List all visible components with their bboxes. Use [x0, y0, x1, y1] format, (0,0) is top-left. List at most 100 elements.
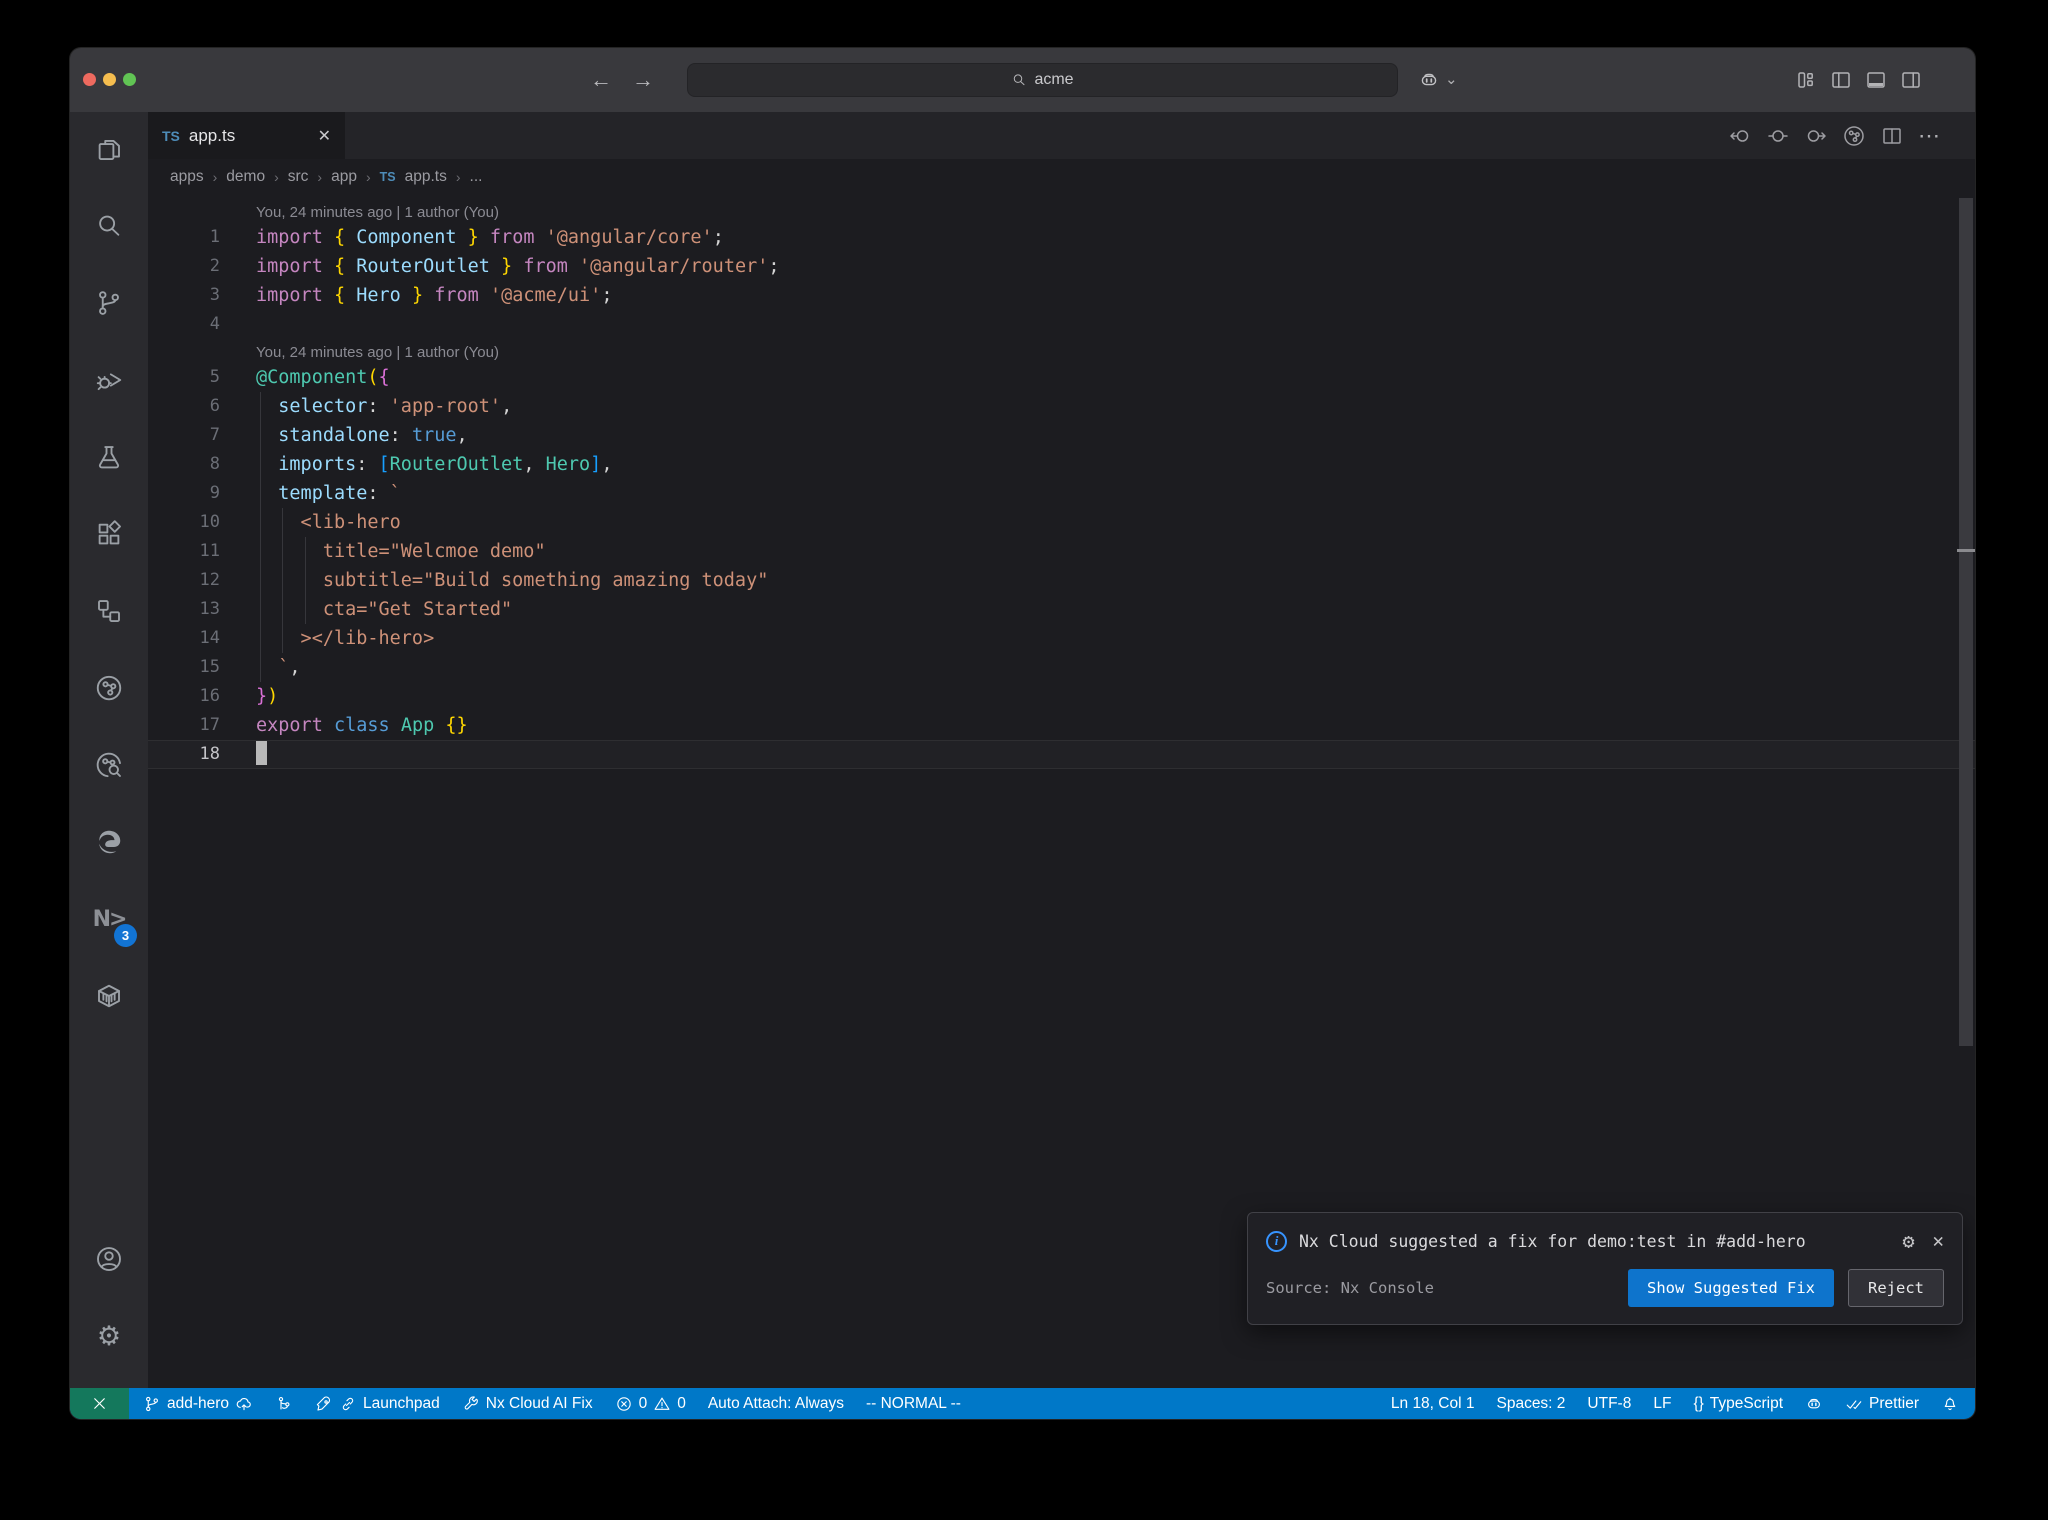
status-item-notifications-bell[interactable]	[1941, 1395, 1959, 1413]
code-line-14[interactable]: 14 ></lib-hero>	[148, 624, 1975, 653]
toggle-secondary-sidebar-button[interactable]	[1899, 68, 1923, 92]
status-item-encoding[interactable]: UTF-8	[1587, 1395, 1631, 1413]
navigate-back-icon[interactable]: ←	[590, 67, 612, 93]
activity-item-testing[interactable]	[85, 432, 133, 482]
code-line-1[interactable]: 1 import { Component } from '@angular/cor…	[148, 223, 1975, 252]
indent-guide	[304, 595, 306, 624]
breadcrumb-item-more[interactable]: ...	[470, 168, 483, 186]
activity-item-containers[interactable]	[85, 971, 133, 1021]
copilot-menu[interactable]: ⌄	[1418, 63, 1458, 97]
code-line-15[interactable]: 15 `,	[148, 653, 1975, 682]
status-item-vim-mode[interactable]: -- NORMAL --	[866, 1395, 961, 1413]
scrollbar-thumb[interactable]	[1959, 198, 1973, 1046]
activity-item-nx-graph-search[interactable]	[85, 740, 133, 790]
activity-item-accounts[interactable]	[85, 1234, 133, 1284]
minimize-window-button[interactable]	[103, 73, 116, 86]
status-item-branch-publish[interactable]: add-hero	[143, 1395, 253, 1413]
breadcrumb-item-src[interactable]: src	[288, 168, 309, 186]
zoom-window-button[interactable]	[123, 73, 136, 86]
code-line-17[interactable]: 17 export class App {}	[148, 711, 1975, 740]
notification-close-icon[interactable]: ✕	[1933, 1230, 1944, 1252]
customize-layout-button[interactable]	[1794, 68, 1818, 92]
activity-item-explorer[interactable]	[85, 124, 133, 174]
breadcrumb-separator: ›	[274, 169, 279, 185]
remote-indicator[interactable]	[70, 1388, 129, 1419]
layout-customize-icon	[1794, 68, 1818, 92]
status-item-problems[interactable]: 00	[615, 1395, 686, 1413]
activity-item-settings[interactable]: ⚙	[85, 1311, 133, 1361]
status-item-indentation[interactable]: Spaces: 2	[1496, 1395, 1565, 1413]
activity-item-nx-project-graph[interactable]	[85, 663, 133, 713]
git-blame-codelens[interactable]: You, 24 minutes ago | 1 author (You)	[148, 339, 1975, 363]
indent-guide	[282, 595, 284, 624]
breadcrumb-item-file[interactable]: app.ts	[405, 168, 447, 186]
close-window-button[interactable]	[83, 73, 96, 86]
title-bar: ← → acme ⌄	[70, 48, 1975, 112]
git-blame-codelens[interactable]: You, 24 minutes ago | 1 author (You)	[148, 195, 1975, 223]
code-line-11[interactable]: 11 title="Welcmoe demo"	[148, 537, 1975, 566]
code-line-10[interactable]: 10 <lib-hero	[148, 508, 1975, 537]
code-editor[interactable]: You, 24 minutes ago | 1 author (You) 1 imp…	[148, 195, 1975, 1388]
status-item-prettier[interactable]: Prettier	[1845, 1395, 1919, 1413]
tab-label: app.ts	[188, 125, 236, 145]
status-item-source-control-graph[interactable]	[275, 1395, 293, 1413]
status-item-auto-attach[interactable]: Auto Attach: Always	[708, 1395, 844, 1413]
status-item-nx-cloud-ai-fix[interactable]: Nx Cloud AI Fix	[462, 1395, 593, 1413]
nav-position-button[interactable]	[1766, 124, 1790, 148]
code-line-12[interactable]: 12 subtitle="Build something amazing tod…	[148, 566, 1975, 595]
split-editor-button[interactable]	[1880, 124, 1904, 148]
code-line-4[interactable]: 4	[148, 310, 1975, 339]
code-line-18[interactable]: 18	[148, 740, 1975, 769]
code-line-8[interactable]: 8 imports: [RouterOutlet, Hero],	[148, 450, 1975, 479]
line-number: 7	[209, 425, 220, 445]
status-item-launchpad[interactable]: Launchpad	[315, 1395, 440, 1413]
code-line-6[interactable]: 6 selector: 'app-root',	[148, 392, 1975, 421]
indent-guide	[282, 624, 284, 653]
vscode-window: ← → acme ⌄ N> 3 ⚙ TS app.ts ✕ ⋯ apps › demo ›…	[70, 48, 1975, 1419]
status-item-cursor-position[interactable]: Ln 18, Col 1	[1391, 1395, 1475, 1413]
activity-item-edge-browser[interactable]	[85, 817, 133, 867]
status-item-copilot-status[interactable]	[1805, 1395, 1823, 1413]
breadcrumb-item-demo[interactable]: demo	[226, 168, 265, 186]
activity-item-extensions[interactable]	[85, 509, 133, 559]
close-tab-icon[interactable]: ✕	[318, 126, 331, 146]
tab-bar: TS app.ts ✕ ⋯	[148, 112, 1975, 159]
activity-item-search[interactable]	[85, 201, 133, 251]
link-icon	[339, 1395, 357, 1413]
code-line-5[interactable]: 5 @Component({	[148, 363, 1975, 392]
activity-item-nx-console[interactable]: N> 3	[85, 894, 137, 947]
code-line-2[interactable]: 2 import { RouterOutlet } from '@angular/…	[148, 252, 1975, 281]
code-line-9[interactable]: 9 template: `	[148, 479, 1975, 508]
activity-bar: N> 3 ⚙	[70, 112, 148, 1388]
code-line-7[interactable]: 7 standalone: true,	[148, 421, 1975, 450]
editor-actions: ⋯	[1728, 112, 1975, 159]
activity-item-source-control[interactable]	[85, 278, 133, 328]
nav-back-button[interactable]	[1728, 124, 1752, 148]
activity-item-run-and-debug[interactable]	[85, 355, 133, 405]
toggle-primary-sidebar-button[interactable]	[1829, 68, 1853, 92]
show-suggested-fix-button[interactable]: Show Suggested Fix	[1628, 1269, 1834, 1307]
indent-guide	[260, 595, 261, 624]
nx-graph-action-button[interactable]	[1842, 124, 1866, 148]
code-line-16[interactable]: 16})	[148, 682, 1975, 711]
more-actions-button[interactable]: ⋯	[1918, 123, 1941, 149]
reject-button[interactable]: Reject	[1848, 1269, 1944, 1307]
notification-settings-icon[interactable]: ⚙	[1903, 1231, 1915, 1251]
breadcrumb-item-app[interactable]: app	[331, 168, 357, 186]
nav-forward-button[interactable]	[1804, 124, 1828, 148]
navigate-forward-icon[interactable]: →	[632, 67, 654, 93]
tab-app-ts[interactable]: TS app.ts ✕	[148, 112, 345, 159]
status-item-eol[interactable]: LF	[1653, 1395, 1671, 1413]
activity-item-references-hierarchy[interactable]	[85, 586, 133, 636]
toggle-panel-button[interactable]	[1864, 68, 1888, 92]
editor-scrollbar[interactable]	[1957, 195, 1975, 1388]
search-icon	[1011, 72, 1027, 88]
line-number: 16	[199, 686, 220, 706]
code-line-13[interactable]: 13 cta="Get Started"	[148, 595, 1975, 624]
command-center-search[interactable]: acme	[687, 63, 1398, 97]
status-item-language-mode[interactable]: {} TypeScript	[1693, 1395, 1783, 1413]
breadcrumb-item-apps[interactable]: apps	[170, 168, 204, 186]
code-line-3[interactable]: 3 import { Hero } from '@acme/ui';	[148, 281, 1975, 310]
